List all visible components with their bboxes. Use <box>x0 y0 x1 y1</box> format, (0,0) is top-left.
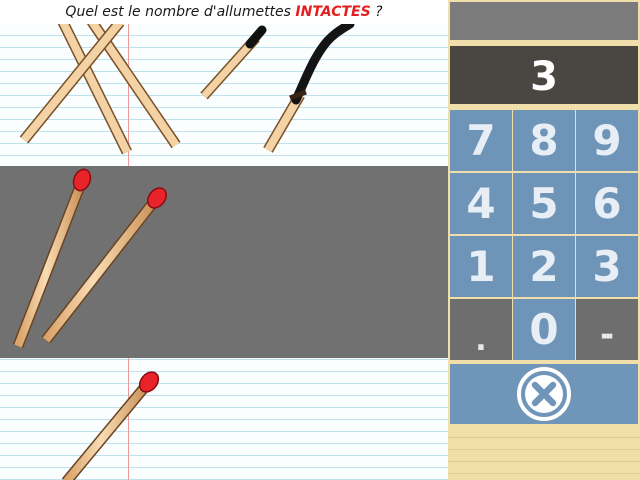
key-9[interactable]: 9 <box>576 110 638 171</box>
question-highlight: INTACTES <box>295 4 371 20</box>
key-decimal-point[interactable]: . <box>450 299 512 360</box>
question-suffix: ? <box>370 4 383 20</box>
broken-match-2 <box>79 6 181 149</box>
panel-bottom-lines <box>448 426 640 480</box>
clear-x-icon <box>517 367 571 421</box>
answer-display: 3 <box>450 46 638 104</box>
key-1[interactable]: 1 <box>450 236 512 297</box>
intact-match-2 <box>41 187 168 344</box>
key-6[interactable]: 6 <box>576 173 638 234</box>
key-0[interactable]: 0 <box>513 299 575 360</box>
panel-top-bar <box>450 2 638 40</box>
key-2[interactable]: 2 <box>513 236 575 297</box>
burnt-match-short <box>200 25 267 100</box>
keypad-panel: 3 7 8 9 4 5 6 1 2 3 . 0 - <box>448 0 640 480</box>
matches-scene <box>12 5 355 480</box>
intact-match-3 <box>61 371 160 480</box>
question-prefix: Quel est le nombre d'allumettes <box>65 4 296 20</box>
play-area: Quel est le nombre d'allumettes INTACTES… <box>0 0 448 480</box>
key-7[interactable]: 7 <box>450 110 512 171</box>
key-4[interactable]: 4 <box>450 173 512 234</box>
key-5[interactable]: 5 <box>513 173 575 234</box>
question-text: Quel est le nombre d'allumettes INTACTES… <box>0 0 448 24</box>
key-minus[interactable]: - <box>576 299 638 360</box>
key-3[interactable]: 3 <box>576 236 638 297</box>
clear-button[interactable] <box>450 364 638 424</box>
burnt-match-long <box>263 19 355 153</box>
key-8[interactable]: 8 <box>513 110 575 171</box>
